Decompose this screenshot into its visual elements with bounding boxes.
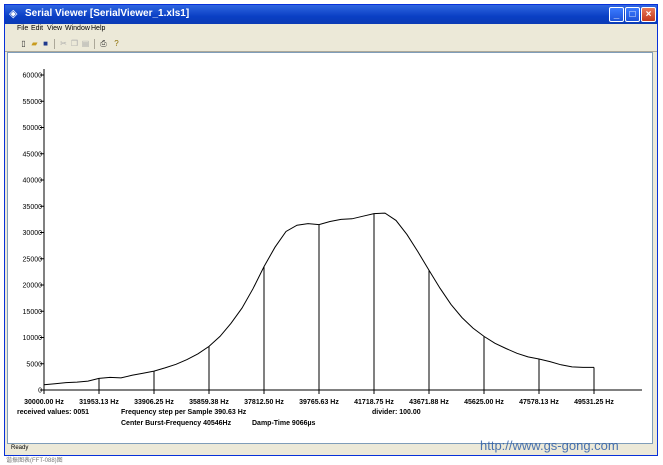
frequency-chart: 0 5000 10000 15000 20000 25000 30000 35000 40000… xyxy=(23,69,642,406)
menu-help[interactable]: Help xyxy=(91,25,105,32)
x-tick-label: 39765.63 Hz xyxy=(299,399,339,406)
toolbar-separator xyxy=(54,39,55,49)
y-tick-label: 15000 xyxy=(23,309,43,316)
y-tick-label: 35000 xyxy=(23,204,43,211)
save-disk-icon[interactable]: ■ xyxy=(41,39,50,48)
x-tick-label: 31953.13 Hz xyxy=(79,399,119,406)
x-tick-label: 47578.13 Hz xyxy=(519,399,559,406)
y-tick-label: 10000 xyxy=(23,335,43,342)
y-tick-label: 20000 xyxy=(23,283,43,290)
cut-scissors-icon[interactable]: ✂ xyxy=(59,39,68,48)
y-tick-label: 55000 xyxy=(23,99,43,106)
app-window: ◈ Serial Viewer [SerialViewer_1.xls1] _ … xyxy=(4,4,658,456)
new-file-icon[interactable]: ▯ xyxy=(19,39,28,48)
toolbar: ▯ ▰ ■ ✂ ❐ ▤ ⎙ ? xyxy=(5,37,657,52)
menu-file[interactable]: File xyxy=(17,25,28,32)
minimize-button[interactable]: _ xyxy=(609,7,624,22)
watermark-text: http://www.gs-gong.com xyxy=(480,438,619,453)
y-tick-label: 25000 xyxy=(23,256,43,263)
frequency-step-text: Frequency step per Sample 390.63 Hz xyxy=(121,409,247,416)
x-tick-label: 33906.25 Hz xyxy=(134,399,174,406)
center-burst-text: Center Burst-Frequency 40546Hz xyxy=(121,420,232,427)
menu-edit[interactable]: Edit xyxy=(31,25,43,32)
app-icon: ◈ xyxy=(9,8,18,20)
image-caption: 谐振图表(FFT-088)图 xyxy=(6,458,63,464)
damp-time-text: Damp-Time 9066µs xyxy=(252,420,316,427)
copy-icon[interactable]: ❐ xyxy=(70,39,79,48)
x-tick-label: 30000.00 Hz xyxy=(24,399,64,406)
y-tick-label: 0 xyxy=(38,388,42,395)
window-title: Serial Viewer [SerialViewer_1.xls1] xyxy=(25,8,190,19)
frequency-markers xyxy=(43,213,595,390)
y-tick-label: 45000 xyxy=(23,151,43,158)
y-tick-label: 40000 xyxy=(23,178,43,185)
print-icon[interactable]: ⎙ xyxy=(99,39,108,48)
status-text: Ready xyxy=(11,445,29,451)
y-tick-label: 30000 xyxy=(23,230,43,237)
received-values-text: received values: 0051 xyxy=(17,409,89,416)
menu-window[interactable]: Window xyxy=(65,25,90,32)
x-tick-label: 49531.25 Hz xyxy=(574,399,614,406)
maximize-button[interactable]: □ xyxy=(625,7,640,22)
menu-bar: File Edit View Window Help xyxy=(5,24,657,37)
x-tick-label: 43671.88 Hz xyxy=(409,399,449,406)
close-button[interactable]: × xyxy=(641,7,656,22)
y-tick-label: 60000 xyxy=(23,73,43,80)
y-tick-label: 50000 xyxy=(23,125,43,132)
y-axis: 0 5000 10000 15000 20000 25000 30000 35000 40000… xyxy=(23,69,45,395)
open-folder-icon[interactable]: ▰ xyxy=(30,39,39,48)
x-tick-label: 41718.75 Hz xyxy=(354,399,394,406)
divider-text: divider: 100.00 xyxy=(372,409,421,416)
chart-area: 0 5000 10000 15000 20000 25000 30000 35000 40000… xyxy=(7,52,653,444)
x-tick-label: 45625.00 Hz xyxy=(464,399,504,406)
menu-view[interactable]: View xyxy=(47,25,62,32)
title-bar[interactable]: ◈ Serial Viewer [SerialViewer_1.xls1] _ … xyxy=(5,5,657,24)
x-axis: 30000.00 Hz 31953.13 Hz 33906.25 Hz 35859.3… xyxy=(24,389,642,406)
paste-icon[interactable]: ▤ xyxy=(81,39,90,48)
help-icon[interactable]: ? xyxy=(112,39,121,48)
x-tick-label: 37812.50 Hz xyxy=(244,399,284,406)
y-tick-label: 5000 xyxy=(26,361,42,368)
toolbar-separator xyxy=(94,39,95,49)
x-tick-label: 35859.38 Hz xyxy=(189,399,229,406)
